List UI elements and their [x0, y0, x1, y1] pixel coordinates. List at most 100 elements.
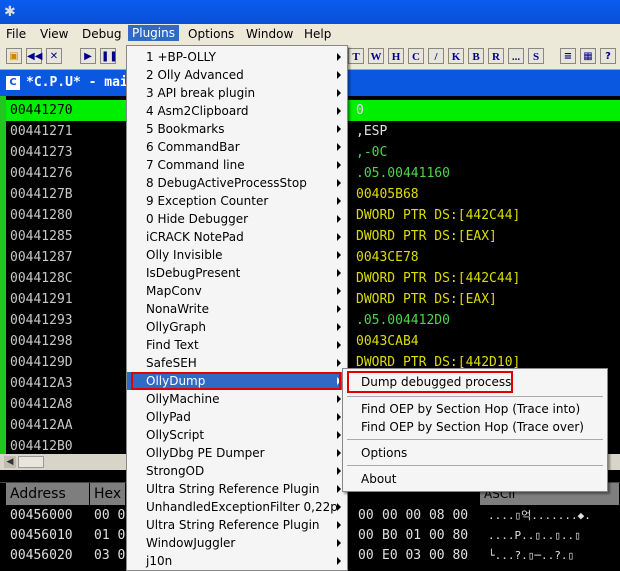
close-icon[interactable]: ✕ — [46, 48, 62, 64]
submenu-arrow-icon — [337, 359, 341, 367]
plugin-item[interactable]: Find Text — [127, 336, 347, 354]
plugin-item[interactable]: OllyMachine — [127, 390, 347, 408]
plugin-item-label: 8 DebugActiveProcessStop — [146, 176, 307, 190]
plugin-item[interactable]: 2 Olly Advanced — [127, 66, 347, 84]
dump-address-header[interactable]: Address — [6, 483, 90, 505]
submenu-arrow-icon — [337, 269, 341, 277]
plugin-item[interactable]: UnhandledExceptionFilter 0,22p — [127, 498, 347, 516]
plugin-item-label: IsDebugPresent — [146, 266, 241, 280]
find-oep-trace-into-item[interactable]: Find OEP by Section Hop (Trace into) — [343, 400, 607, 418]
toolbar-b-button[interactable]: B — [468, 48, 484, 64]
plugin-item-label: 1 +BP-OLLY — [146, 50, 216, 64]
plugin-item-label: 2 Olly Advanced — [146, 68, 244, 82]
grid-icon[interactable]: ▦ — [580, 48, 596, 64]
scroll-left-icon[interactable]: ◀ — [4, 456, 16, 468]
submenu-arrow-icon — [337, 179, 341, 187]
disasm-address: 004412A8 — [10, 397, 73, 412]
disasm-instruction: ,-0C — [356, 145, 388, 160]
menu-debug[interactable]: Debug — [82, 27, 121, 41]
toolbar-k-button[interactable]: K — [448, 48, 464, 64]
plugin-item[interactable]: iCRACK NotePad — [127, 228, 347, 246]
plugin-item[interactable]: OllyScript — [127, 426, 347, 444]
disasm-address: 0044127B — [10, 187, 73, 202]
about-item[interactable]: About — [343, 470, 607, 488]
plugin-item[interactable]: Olly Invisible — [127, 246, 347, 264]
ollydbg-icon: ✱ — [4, 4, 16, 20]
run-icon[interactable]: ▶ — [80, 48, 96, 64]
plugin-item[interactable]: MapConv — [127, 282, 347, 300]
plugin-item[interactable]: WindowJuggler — [127, 534, 347, 552]
plugin-item-label: NonaWrite — [146, 302, 209, 316]
submenu-arrow-icon — [337, 413, 341, 421]
plugin-item[interactable]: 0 Hide Debugger — [127, 210, 347, 228]
dump-address: 00456020 — [10, 548, 73, 563]
toolbar-slash-button[interactable]: / — [428, 48, 444, 64]
disasm-instruction: DWORD PTR DS:[EAX] — [356, 229, 497, 244]
menu-file[interactable]: File — [6, 27, 26, 41]
plugin-item-label: 5 Bookmarks — [146, 122, 225, 136]
dump-hex-header[interactable]: Hex — [90, 483, 126, 505]
disasm-address: 00441270 — [10, 103, 73, 118]
dump-ascii: ....P..▯..▯..▯ — [488, 529, 581, 542]
plugin-item[interactable]: 7 Command line — [127, 156, 347, 174]
toolbar-c-button[interactable]: C — [408, 48, 424, 64]
submenu-arrow-icon — [337, 71, 341, 79]
plugin-item[interactable]: j10n — [127, 552, 347, 570]
plugin-item[interactable]: OllyDbg PE Dumper — [127, 444, 347, 462]
submenu-arrow-icon — [337, 395, 341, 403]
plugin-item-label: OllyPad — [146, 410, 191, 424]
plugin-item-label: StrongOD — [146, 464, 205, 478]
toolbar-t-button[interactable]: T — [348, 48, 364, 64]
list-icon[interactable]: ≡ — [560, 48, 576, 64]
plugin-item[interactable]: Ultra String Reference Plugin — [127, 516, 347, 534]
menu-window[interactable]: Window — [246, 27, 293, 41]
menu-help[interactable]: Help — [304, 27, 331, 41]
plugin-item[interactable]: OllyGraph — [127, 318, 347, 336]
pause-icon[interactable]: ❚❚ — [100, 48, 118, 64]
cpu-window-icon: C — [6, 76, 20, 90]
help-icon[interactable]: ? — [600, 48, 616, 64]
toolbar-s-button[interactable]: S — [528, 48, 544, 64]
plugin-item[interactable]: IsDebugPresent — [127, 264, 347, 282]
plugin-item-label: MapConv — [146, 284, 202, 298]
plugin-item[interactable]: Ultra String Reference Plugin — [127, 480, 347, 498]
plugin-item[interactable]: 5 Bookmarks — [127, 120, 347, 138]
menu-plugins[interactable]: Plugins — [128, 25, 179, 41]
plugin-item[interactable]: OllyPad — [127, 408, 347, 426]
toolbar-r-button[interactable]: R — [488, 48, 504, 64]
submenu-separator — [347, 465, 603, 466]
plugin-item[interactable]: NonaWrite — [127, 300, 347, 318]
plugin-item-label: 4 Asm2Clipboard — [146, 104, 249, 118]
menu-view[interactable]: View — [40, 27, 68, 41]
restart-icon[interactable]: ◀◀ — [26, 48, 42, 64]
plugin-item-label: WindowJuggler — [146, 536, 236, 550]
plugin-item-label: OllyScript — [146, 428, 205, 442]
toolbar-dots-button[interactable]: ... — [508, 48, 524, 64]
plugin-item[interactable]: 8 DebugActiveProcessStop — [127, 174, 347, 192]
options-item[interactable]: Options — [343, 444, 607, 462]
disasm-instruction: DWORD PTR DS:[442C44] — [356, 208, 521, 223]
plugin-item[interactable]: SafeSEH — [127, 354, 347, 372]
plugin-item[interactable]: 4 Asm2Clipboard — [127, 102, 347, 120]
plugin-item-ollydump[interactable]: OllyDump — [127, 372, 347, 390]
open-icon[interactable]: ▣ — [6, 48, 22, 64]
dump-hex: B0 01 00 80 — [382, 528, 469, 543]
find-oep-trace-over-item[interactable]: Find OEP by Section Hop (Trace over) — [343, 418, 607, 436]
toolbar-h-button[interactable]: H — [388, 48, 404, 64]
plugin-item[interactable]: 9 Exception Counter — [127, 192, 347, 210]
toolbar-w-button[interactable]: W — [368, 48, 384, 64]
disasm-address: 00441291 — [10, 292, 73, 307]
plugin-item[interactable]: 1 +BP-OLLY — [127, 48, 347, 66]
submenu-item-label: Find OEP by Section Hop (Trace into) — [361, 402, 581, 416]
menu-options[interactable]: Options — [188, 27, 234, 41]
plugin-item[interactable]: StrongOD — [127, 462, 347, 480]
submenu-item-label: Find OEP by Section Hop (Trace over) — [361, 420, 584, 434]
plugin-item[interactable]: 3 API break plugin — [127, 84, 347, 102]
plugin-item-label: j10n — [146, 554, 173, 568]
submenu-arrow-icon — [337, 233, 341, 241]
plugin-item-label: Olly Invisible — [146, 248, 223, 262]
submenu-arrow-icon — [337, 197, 341, 205]
plugin-item[interactable]: 6 CommandBar — [127, 138, 347, 156]
scrollbar-thumb[interactable] — [18, 456, 44, 468]
dump-hex: 00 00 08 00 — [382, 508, 469, 523]
